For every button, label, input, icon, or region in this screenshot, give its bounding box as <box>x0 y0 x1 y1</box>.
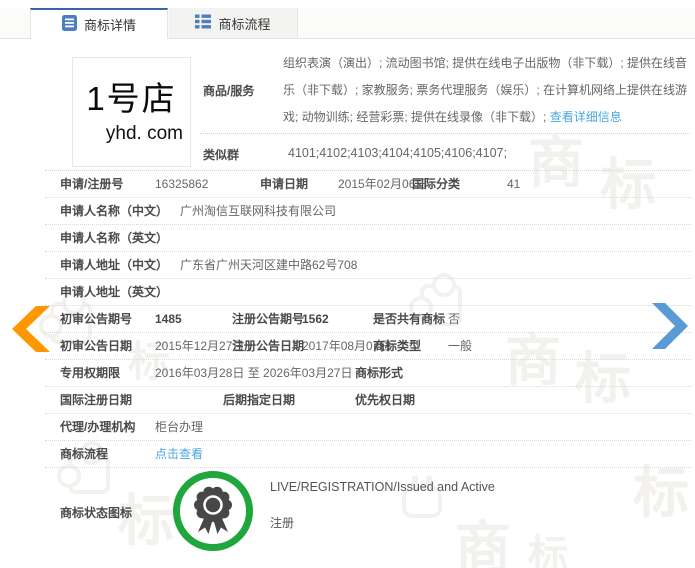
field-label: 商标形式 <box>355 366 404 380</box>
field-label: 申请人名称（英文） <box>60 231 169 245</box>
status-text-cn: 注册 <box>270 516 295 530</box>
medal-icon <box>172 470 254 552</box>
field-value: 1485 <box>155 312 182 326</box>
view-process-link[interactable]: 点击查看 <box>155 441 203 467</box>
field-value: 16325862 <box>155 177 209 191</box>
field-label: 国际注册日期 <box>60 393 133 407</box>
field-label: 优先权日期 <box>355 393 416 407</box>
table-row: 代理/办理机构 柜台办理 <box>45 414 691 441</box>
document-icon <box>61 15 77 34</box>
table-row: 初审公告日期 2015年12月27日 注册公告日期 2017年08月07日 商标… <box>45 333 691 360</box>
field-value: 1562 <box>302 312 329 326</box>
field-label: 代理/办理机构 <box>60 420 136 434</box>
table-row: 初审公告期号 1485 注册公告期号 1562 是否共有商标 否 <box>45 306 691 333</box>
trademark-logo-text: 1号店 <box>86 80 177 117</box>
trademark-detail-page: 商 标 商 标 标 商 标 标 标 商标详情 商标流程 1号店 yhd. com… <box>0 0 695 568</box>
field-label: 后期指定日期 <box>223 393 296 407</box>
field-value: 广东省广州天河区建中路62号708 <box>180 258 358 272</box>
field-label: 申请/注册号 <box>60 177 124 191</box>
table-row: 申请人名称（英文） <box>45 225 691 252</box>
field-label: 国际分类 <box>412 177 461 191</box>
table-row: 申请人地址（中文） 广东省广州天河区建中路62号708 <box>45 252 691 279</box>
field-label: 申请人名称（中文） <box>60 204 169 218</box>
tab-label: 商标详情 <box>83 18 136 33</box>
field-label: 是否共有商标 <box>373 312 446 326</box>
field-label: 商标类型 <box>373 339 422 353</box>
goods-services-value: 组织表演（演出）; 流动图书馆; 提供在线电子出版物（非下载）; 提供在线音乐（… <box>283 56 688 124</box>
field-value: 广州淘信互联网科技有限公司 <box>180 204 337 218</box>
field-label: 专用权期限 <box>60 366 121 380</box>
chevron-left-icon[interactable] <box>8 302 52 356</box>
table-row: 专用权期限 2016年03月28日 至 2026年03月27日 商标形式 <box>45 360 691 387</box>
goods-services-label: 商品/服务 <box>203 84 255 98</box>
table-row: 国际注册日期 后期指定日期 优先权日期 <box>45 387 691 414</box>
table-row: 申请人名称（中文） 广州淘信互联网科技有限公司 <box>45 198 691 225</box>
trademark-logo-domain: yhd. com <box>105 123 183 144</box>
field-label: 初审公告日期 <box>60 339 133 353</box>
field-value: 一般 <box>448 339 473 353</box>
table-row: 商标流程 点击查看 <box>45 441 691 468</box>
status-label: 商标状态图标 <box>60 506 133 520</box>
tab-bar: 商标详情 商标流程 <box>0 8 695 39</box>
trademark-image: 1号店 yhd. com <box>72 57 191 167</box>
divider <box>200 133 690 134</box>
goods-services-text: 组织表演（演出）; 流动图书馆; 提供在线电子出版物（非下载）; 提供在线音乐（… <box>283 50 691 131</box>
similar-group-value: 4101;4102;4103;4104;4105;4106;4107; <box>288 146 507 160</box>
field-value: 2016年03月28日 至 2026年03月27日 <box>155 366 353 380</box>
trademark-status-section: 商标状态图标 LIVE/REGISTRATION/Issued and Acti… <box>45 468 691 560</box>
field-label: 注册公告期号 <box>232 312 305 326</box>
field-value: 2015年12月27日 <box>155 339 245 353</box>
view-details-link[interactable]: 查看详细信息 <box>550 110 622 124</box>
field-value: 柜台办理 <box>155 420 204 434</box>
field-label: 申请人地址（英文） <box>60 285 169 299</box>
field-label: 申请人地址（中文） <box>60 258 169 272</box>
table-row: 申请人地址（英文） <box>45 279 691 306</box>
field-label: 申请日期 <box>260 177 309 191</box>
tab-label: 商标流程 <box>218 16 271 32</box>
field-value: 否 <box>448 312 461 326</box>
field-label: 商标流程 <box>60 447 109 461</box>
table-row: 申请/注册号 16325862 申请日期 2015年02月06日 国际分类 41 <box>45 171 691 198</box>
field-label: 初审公告期号 <box>60 312 133 326</box>
field-value: 41 <box>507 177 521 191</box>
chevron-right-icon[interactable] <box>650 300 690 352</box>
tab-trademark-process[interactable]: 商标流程 <box>169 8 298 38</box>
similar-group-label: 类似群 <box>203 148 240 162</box>
list-icon <box>195 14 212 32</box>
tab-trademark-details[interactable]: 商标详情 <box>30 8 168 39</box>
status-text-en: LIVE/REGISTRATION/Issued and Active <box>270 480 495 494</box>
field-label: 注册公告日期 <box>232 339 305 353</box>
